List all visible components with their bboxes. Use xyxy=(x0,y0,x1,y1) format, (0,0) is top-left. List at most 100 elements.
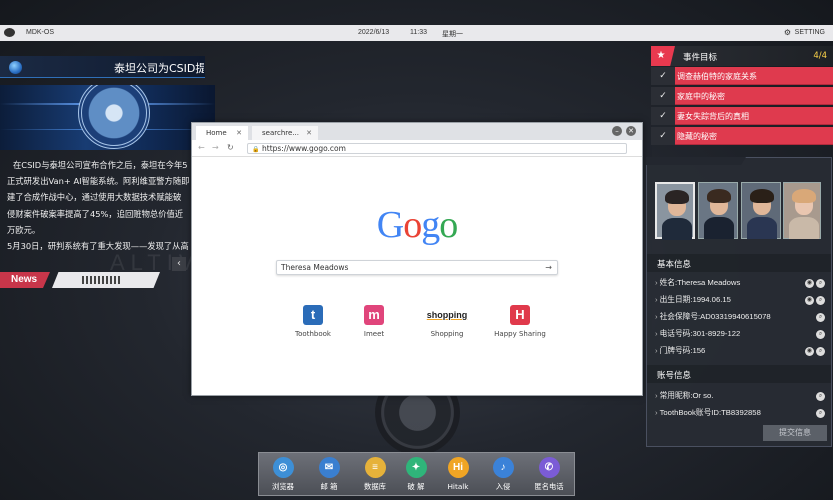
info-row-phone[interactable]: › 电话号码:301-8929-122 ⌕ xyxy=(655,328,825,342)
setting-button[interactable]: SETTING xyxy=(795,29,825,36)
dock-label: Hitalk xyxy=(447,482,469,491)
tab-home[interactable]: Home ✕ xyxy=(196,126,248,140)
news-header: 泰坦公司为CSID提 xyxy=(0,56,205,78)
info-row-name[interactable]: › 姓名:Theresa Meadows ◉ ⌕ xyxy=(655,277,825,291)
news-image xyxy=(0,85,215,150)
portrait-man-suit[interactable] xyxy=(698,182,738,239)
search-icon[interactable]: ⌕ xyxy=(816,279,825,288)
close-tab-icon[interactable]: ✕ xyxy=(236,126,242,140)
eye-icon[interactable]: ◉ xyxy=(805,296,814,305)
dock-app-intrude[interactable]: ♪ 入侵 xyxy=(483,457,523,492)
mission-item[interactable]: ✓ 隐藏的秘密 xyxy=(651,127,833,145)
date-text: 2022/6/13 xyxy=(358,29,390,36)
dock-app-crack[interactable]: ✦ 破 解 xyxy=(396,457,436,492)
news-paragraph: 建了合成作战中心，通过使用大数据技术赋能破 xyxy=(7,192,182,203)
dock-app-browser[interactable]: ◎ 浏览器 xyxy=(263,457,303,492)
info-row-toothbook-id[interactable]: › ToothBook账号ID:TB8392858 ⌕ xyxy=(655,407,825,421)
url-text: https://www.gogo.com xyxy=(262,144,346,153)
search-arrow-icon[interactable]: → xyxy=(545,261,552,274)
news-paragraph: 5月30日，研判系统有了重大发现——发现了从高 xyxy=(7,241,189,252)
gear-icon[interactable]: ⚙ xyxy=(784,28,791,37)
shortcut-shopping[interactable]: shopping Shopping xyxy=(415,305,479,338)
info-row-text: 门牌号码:156 xyxy=(659,346,706,355)
gogo-logo: Gogo xyxy=(192,203,642,247)
address-bar: ← → ↻ 🔒 https://www.gogo.com xyxy=(192,140,642,157)
dock-label: 破 解 xyxy=(407,482,425,491)
search-icon[interactable]: ⌕ xyxy=(816,392,825,401)
phone-icon: ✆ xyxy=(538,457,560,478)
time-text: 11:33 xyxy=(410,29,427,36)
minimize-icon[interactable]: – xyxy=(612,126,622,136)
check-icon: ✓ xyxy=(651,107,675,125)
mission-item-label: 隐藏的秘密 xyxy=(677,132,717,141)
dock-label: 数据库 xyxy=(364,482,386,491)
dock-label: 匿名电话 xyxy=(534,482,564,491)
news-paragraph: 正式研发出Van+ AI智能系统。阿利维亚警方随即 xyxy=(7,176,190,187)
search-icon[interactable]: ⌕ xyxy=(816,409,825,418)
news-tag: News xyxy=(0,272,50,288)
crack-icon: ✦ xyxy=(405,457,427,478)
portrait-young-man[interactable] xyxy=(741,182,781,239)
info-row-house-number[interactable]: › 门牌号码:156 ◉ ⌕ xyxy=(655,345,825,359)
browser-icon: ◎ xyxy=(272,457,294,478)
shortcut-toothbook[interactable]: t Toothbook xyxy=(281,305,345,338)
search-icon[interactable]: ⌕ xyxy=(816,347,825,356)
imeet-icon: m xyxy=(364,305,384,325)
search-icon[interactable]: ⌕ xyxy=(816,313,825,322)
search-input[interactable]: Theresa Meadows → xyxy=(276,260,558,275)
weekday-text: 星期一 xyxy=(442,31,463,38)
info-row-text: ToothBook账号ID:TB8392858 xyxy=(659,408,761,417)
news-article: 在CSID与泰坦公司宣布合作之后，泰坦在今年5 正式研发出Van+ AI智能系统… xyxy=(7,157,195,257)
mission-item-label: 家庭中的秘密 xyxy=(677,92,725,101)
info-row-ssn[interactable]: › 社会保障号:AD03319940615078 ⌕ xyxy=(655,311,825,325)
back-arrow-icon[interactable]: ← xyxy=(198,143,205,152)
os-name: MDK-OS xyxy=(26,29,54,36)
tab-label: searchre... xyxy=(262,129,299,137)
forward-arrow-icon[interactable]: → xyxy=(212,143,219,152)
close-window-icon[interactable]: ✕ xyxy=(626,126,636,136)
shortcut-label: Imeet xyxy=(363,330,385,338)
shortcut-imeet[interactable]: m Imeet xyxy=(342,305,406,338)
mission-item[interactable]: ✓ 妻女失踪背后的真相 xyxy=(651,107,833,125)
shortcut-happy-sharing[interactable]: H Happy Sharing xyxy=(488,305,552,338)
dock-label: 入侵 xyxy=(495,482,511,491)
news-paragraph: 万欧元。 xyxy=(7,224,41,235)
globe-icon xyxy=(9,61,22,74)
url-input[interactable]: 🔒 https://www.gogo.com xyxy=(247,143,627,154)
logo-letter: g xyxy=(421,204,440,246)
basic-info-heading: 基本信息 xyxy=(647,254,831,272)
info-row-text: 出生日期:1994.06.15 xyxy=(659,295,731,304)
lock-icon: 🔒 xyxy=(252,146,260,153)
news-paragraph: 侵财案件破案率提高了45%，追回赃物总价值近 xyxy=(7,208,184,219)
eye-icon[interactable]: ◉ xyxy=(805,279,814,288)
mission-item[interactable]: ✓ 家庭中的秘密 xyxy=(651,87,833,105)
info-row-nickname[interactable]: › 常用昵称:Or so. ⌕ xyxy=(655,390,825,404)
info-row-birthdate[interactable]: › 出生日期:1994.06.15 ◉ ⌕ xyxy=(655,294,825,308)
dock-app-mail[interactable]: ✉ 邮 箱 xyxy=(309,457,349,492)
csid-seal-icon xyxy=(78,85,150,149)
portrait-woman-glasses[interactable] xyxy=(655,182,695,240)
search-icon[interactable]: ⌕ xyxy=(816,330,825,339)
news-panel: 泰坦公司为CSID提 在CSID与泰坦公司宣布合作之后，泰坦在今年5 正式研发出… xyxy=(0,50,218,292)
close-tab-icon[interactable]: ✕ xyxy=(306,126,312,140)
eye-icon[interactable]: ◉ xyxy=(805,347,814,356)
tab-searchresults[interactable]: searchre... ✕ xyxy=(252,126,318,140)
logo-letter: o xyxy=(403,204,422,246)
submit-info-button[interactable]: 提交信息 xyxy=(763,425,827,441)
reload-icon[interactable]: ↻ xyxy=(227,143,234,152)
dock-app-hitalk[interactable]: Hi Hitalk xyxy=(438,457,478,491)
mission-item[interactable]: ✓ 调查赫伯特的家庭关系 xyxy=(651,67,833,85)
portrait-girl[interactable] xyxy=(783,182,821,239)
mission-count: 4/4 xyxy=(813,51,827,61)
mission-item-label: 调查赫伯特的家庭关系 xyxy=(677,72,757,81)
news-prev-arrow-icon[interactable]: ‹ xyxy=(172,257,186,271)
search-icon[interactable]: ⌕ xyxy=(816,296,825,305)
info-row-text: 电话号码:301-8929-122 xyxy=(659,329,741,338)
shortcut-label: Shopping xyxy=(430,330,464,338)
dock-app-database[interactable]: ≡ 数据库 xyxy=(355,457,395,492)
os-logo-icon xyxy=(4,28,15,37)
profile-info-panel: 基本信息 › 姓名:Theresa Meadows ◉ ⌕ › 出生日期:1994.06… xyxy=(646,157,832,447)
check-icon: ✓ xyxy=(651,67,675,85)
info-row-text: 常用昵称:Or so. xyxy=(659,391,714,400)
dock-app-anonymous-call[interactable]: ✆ 匿名电话 xyxy=(529,457,569,492)
